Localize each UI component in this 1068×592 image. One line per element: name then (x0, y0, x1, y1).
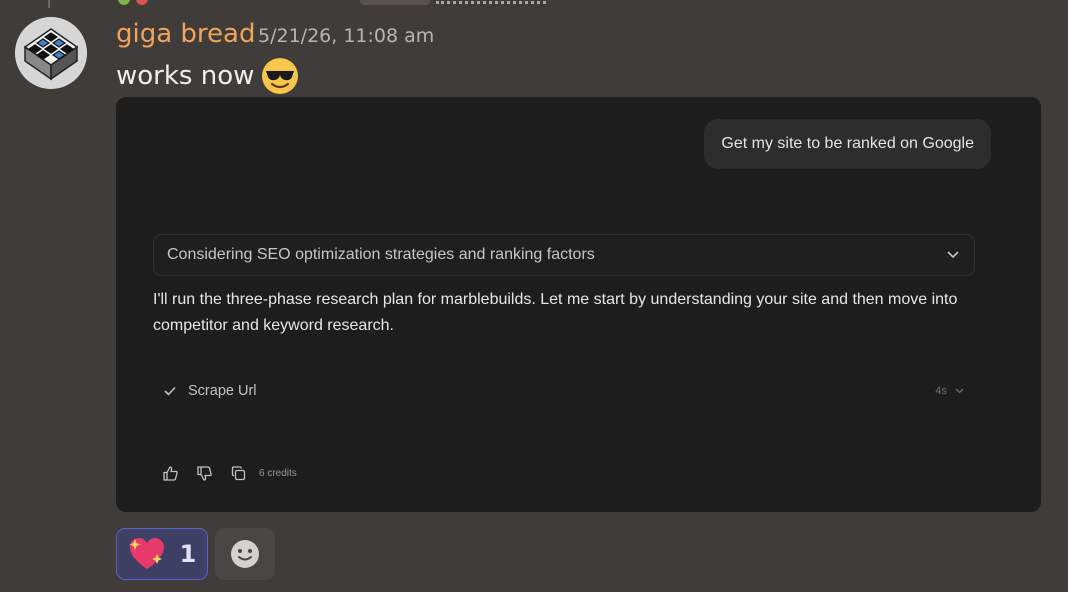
add-reaction-button[interactable] (215, 528, 275, 580)
chevron-down-icon[interactable] (955, 388, 964, 394)
add-emoji-icon (231, 540, 259, 568)
message-timestamp[interactable]: 5/21/26, 11:08 am (258, 24, 434, 48)
reaction-sparkling-heart[interactable]: 1 (116, 528, 208, 580)
thumbs-up-icon[interactable] (161, 464, 179, 482)
copy-icon[interactable] (229, 464, 247, 482)
embedded-screenshot[interactable]: Get my site to be ranked on Google Consi… (116, 97, 1041, 512)
sparkling-heart-icon (129, 538, 164, 569)
chevron-down-icon[interactable] (946, 248, 960, 262)
assistant-reply: I'll run the three-phase research plan f… (153, 291, 958, 334)
sunglasses-emoji-icon (262, 58, 299, 94)
reply-avatar-icon (118, 0, 130, 5)
reply-preview[interactable] (118, 0, 546, 6)
tool-name: Scrape Url (188, 383, 257, 399)
reply-preview-snippet (436, 0, 546, 4)
reply-thread-line (48, 0, 50, 8)
credits-label: 6 credits (259, 467, 297, 479)
tool-duration: 4s (935, 385, 947, 397)
thumbs-down-icon[interactable] (195, 464, 213, 482)
user-prompt-bubble: Get my site to be ranked on Google (704, 119, 991, 169)
author-name[interactable]: giga bread (116, 17, 255, 51)
reply-badge-icon (136, 0, 148, 5)
avatar[interactable] (15, 17, 87, 89)
thinking-dropdown[interactable]: Considering SEO optimization strategies … (153, 234, 975, 276)
avatar-logo-icon (15, 17, 87, 89)
reply-preview-text (154, 0, 354, 4)
tool-call-row[interactable]: Scrape Url 4s (164, 379, 964, 403)
thinking-label: Considering SEO optimization strategies … (167, 246, 595, 263)
reply-preview-chip (360, 0, 430, 5)
message-text: works now (116, 61, 255, 91)
check-icon (164, 386, 176, 396)
reaction-count: 1 (179, 540, 197, 568)
message-actions: 6 credits (161, 463, 297, 483)
message-content: works now (116, 56, 300, 96)
